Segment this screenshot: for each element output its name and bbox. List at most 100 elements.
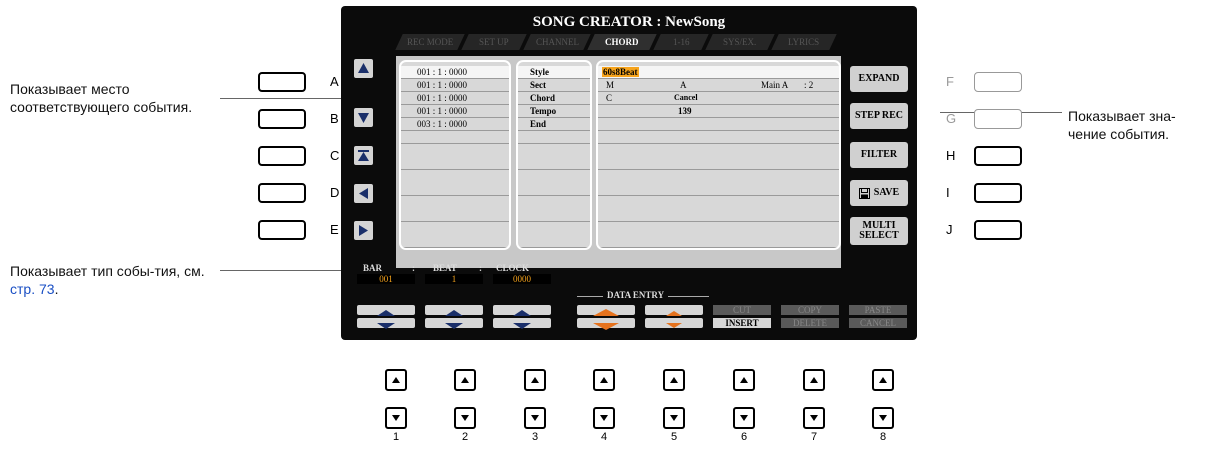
cut-button[interactable]: CUT <box>713 305 771 315</box>
arrow-up-icon <box>513 310 531 316</box>
event-position-4[interactable]: 003 : 1 : 0000 <box>401 118 509 131</box>
data-entry-label: DATA ENTRY <box>603 290 669 300</box>
hardware-down-button-3[interactable] <box>524 407 546 429</box>
hardware-button-number: 8 <box>879 431 887 443</box>
event-type-1[interactable]: Sect <box>518 79 590 92</box>
beat-up-button[interactable] <box>425 305 483 316</box>
event-type-2[interactable]: Chord <box>518 92 590 105</box>
letter-e: E <box>330 222 339 237</box>
hardware-up-button-1[interactable] <box>385 369 407 391</box>
letter-d: D <box>330 185 340 200</box>
triangle-up-icon <box>810 377 818 383</box>
cancel-button[interactable]: CANCEL <box>849 318 907 328</box>
copy-button[interactable]: COPY <box>781 305 839 315</box>
tab-chord[interactable]: CHORD <box>587 34 657 50</box>
save-button[interactable]: SAVE <box>850 180 908 206</box>
triangle-up-icon <box>392 377 400 383</box>
bar-value: 001 <box>357 274 415 284</box>
hardware-up-button-7[interactable] <box>803 369 825 391</box>
hardware-down-button-5[interactable] <box>663 407 685 429</box>
hardware-up-button-3[interactable] <box>524 369 546 391</box>
cursor-up-button[interactable] <box>354 59 373 78</box>
panel-button-a[interactable] <box>258 72 306 92</box>
hardware-down-button-4[interactable] <box>593 407 615 429</box>
event-type-0[interactable]: Style <box>518 66 590 79</box>
cursor-right-button[interactable] <box>354 221 373 240</box>
event-value-3[interactable]: 139 <box>598 105 839 118</box>
callout-type-link[interactable]: стр. 73 <box>10 281 55 297</box>
panel-button-e[interactable] <box>258 220 306 240</box>
triangle-down-icon <box>670 415 678 421</box>
tab-1-16[interactable]: 1-16 <box>653 34 709 50</box>
filter-button[interactable]: FILTER <box>850 142 908 168</box>
tab-lyrics[interactable]: LYRICS <box>771 34 837 50</box>
insert-button[interactable]: INSERT <box>713 318 771 328</box>
callout-event-position: Показывает место соответствующего событи… <box>10 81 193 115</box>
hardware-up-button-6[interactable] <box>733 369 755 391</box>
bar-up-button[interactable] <box>357 305 415 316</box>
callout-type-text: Показывает тип собы-тия, см. <box>10 263 205 279</box>
value-column: 60s8Beat M A Main A : 2 C Cancel 139 <box>596 60 841 250</box>
hardware-down-button-7[interactable] <box>803 407 825 429</box>
event-position-0[interactable]: 001 : 1 : 0000 <box>401 66 509 79</box>
hardware-down-button-6[interactable] <box>733 407 755 429</box>
data-entry-down-large-button[interactable] <box>577 318 635 330</box>
tab-rec-mode[interactable]: REC MODE <box>395 34 465 50</box>
hardware-button-number: 6 <box>740 431 748 443</box>
bar-down-button[interactable] <box>357 318 415 329</box>
event-value-4[interactable] <box>598 118 839 131</box>
hardware-button-number: 4 <box>600 431 608 443</box>
event-type-3[interactable]: Tempo <box>518 105 590 118</box>
jump-top-button[interactable] <box>354 146 373 165</box>
triangle-down-icon <box>810 415 818 421</box>
panel-button-d[interactable] <box>258 183 306 203</box>
event-value-1[interactable]: M A Main A : 2 <box>598 79 839 92</box>
hardware-down-button-8[interactable] <box>872 407 894 429</box>
clock-label: CLOCK <box>496 263 530 273</box>
empty-row <box>401 209 509 222</box>
step-rec-button[interactable]: STEP REC <box>850 103 908 129</box>
triangle-down-icon <box>879 415 887 421</box>
panel-button-g[interactable] <box>974 109 1022 129</box>
expand-button[interactable]: EXPAND <box>850 66 908 92</box>
event-position-2[interactable]: 001 : 1 : 0000 <box>401 92 509 105</box>
beat-down-button[interactable] <box>425 318 483 329</box>
song-creator-screen: SONG CREATOR : NewSong REC MODE SET UP C… <box>341 6 917 340</box>
clock-value: 0000 <box>493 274 551 284</box>
data-entry-down-button[interactable] <box>645 318 703 328</box>
tab-sys-ex[interactable]: SYS/EX. <box>705 34 775 50</box>
cursor-left-button[interactable] <box>354 184 373 203</box>
triangle-down-icon <box>600 415 608 421</box>
data-entry-up-button[interactable] <box>645 305 703 316</box>
panel-button-h[interactable] <box>974 146 1022 166</box>
paste-button[interactable]: PASTE <box>849 305 907 315</box>
hardware-up-button-8[interactable] <box>872 369 894 391</box>
position-column: 001 : 1 : 0000 001 : 1 : 0000 001 : 1 : … <box>399 60 511 250</box>
tab-channel[interactable]: CHANNEL <box>523 34 591 50</box>
empty-row <box>598 209 839 222</box>
event-type-4[interactable]: End <box>518 118 590 131</box>
panel-button-c[interactable] <box>258 146 306 166</box>
cursor-down-button[interactable] <box>354 108 373 127</box>
tab-set-up[interactable]: SET UP <box>461 34 527 50</box>
event-value-0[interactable]: 60s8Beat <box>598 66 839 79</box>
panel-button-j[interactable] <box>974 220 1022 240</box>
panel-button-b[interactable] <box>258 109 306 129</box>
hardware-down-button-2[interactable] <box>454 407 476 429</box>
hardware-up-button-2[interactable] <box>454 369 476 391</box>
event-position-1[interactable]: 001 : 1 : 0000 <box>401 79 509 92</box>
hardware-up-button-5[interactable] <box>663 369 685 391</box>
multi-select-button[interactable]: MULTI SELECT <box>850 217 908 245</box>
hardware-up-button-4[interactable] <box>593 369 615 391</box>
callout-event-value: Показывает зна-чение события. <box>1068 108 1176 142</box>
clock-down-button[interactable] <box>493 318 551 329</box>
panel-button-i[interactable] <box>974 183 1022 203</box>
event-position-3[interactable]: 001 : 1 : 0000 <box>401 105 509 118</box>
type-column: Style Sect Chord Tempo End <box>516 60 592 250</box>
clock-up-button[interactable] <box>493 305 551 316</box>
delete-button[interactable]: DELETE <box>781 318 839 328</box>
data-entry-up-large-button[interactable] <box>577 305 635 316</box>
panel-button-f[interactable] <box>974 72 1022 92</box>
event-value-2[interactable]: C Cancel <box>598 92 839 105</box>
hardware-down-button-1[interactable] <box>385 407 407 429</box>
